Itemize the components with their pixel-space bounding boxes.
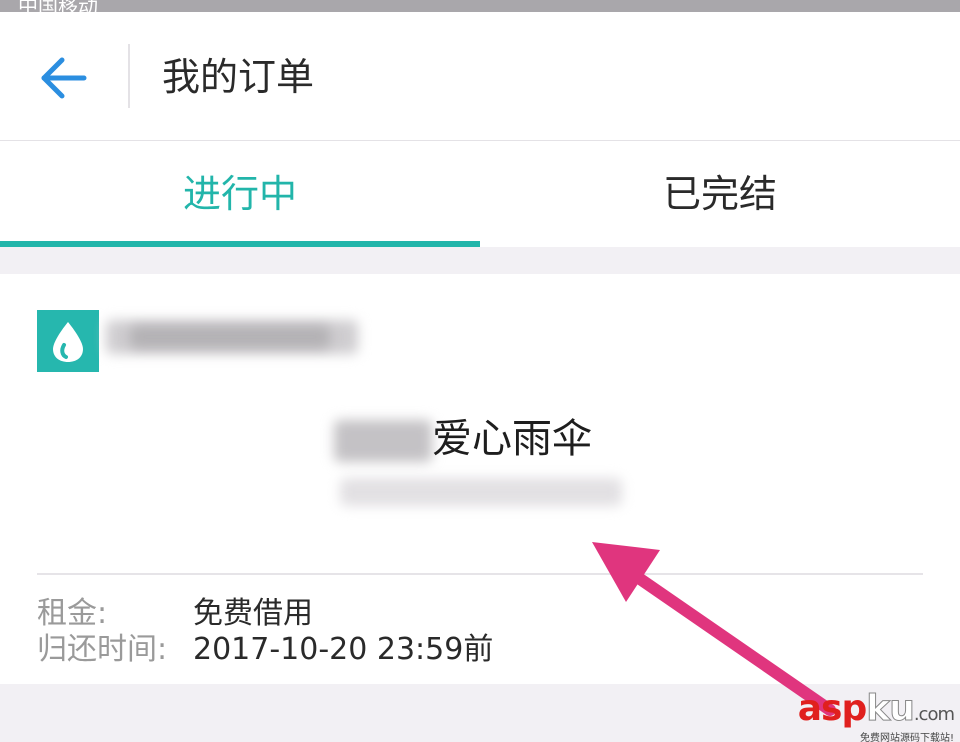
rent-label: 租金: xyxy=(37,596,108,631)
tab-in-progress[interactable]: 进行中 xyxy=(0,141,480,247)
status-bar: 中国移动 xyxy=(0,0,960,12)
merchant-name-redacted-shade xyxy=(130,326,330,348)
app-header: 我的订单 xyxy=(0,12,960,141)
watermark-brand: aspku.com xyxy=(776,688,955,734)
tab-active-indicator xyxy=(0,241,480,247)
watermark-ku: ku xyxy=(866,688,916,729)
watermark: aspku.com 免费网站源码下载站! xyxy=(776,688,955,742)
watermark-tagline: 免费网站源码下载站! xyxy=(859,733,954,742)
item-name-prefix-redacted xyxy=(334,420,432,462)
return-time-value: 2017-10-20 23:59前 xyxy=(193,632,494,667)
item-detail-redacted xyxy=(340,478,622,506)
tab-completed[interactable]: 已完结 xyxy=(480,141,960,247)
arrow-left-icon xyxy=(41,57,87,99)
item-name: 爱心雨伞 xyxy=(432,416,592,462)
back-button[interactable] xyxy=(36,50,92,106)
water-drop-icon xyxy=(53,322,83,362)
page-title: 我的订单 xyxy=(162,55,315,99)
screen: 中国移动 我的订单 进行中 已完结 爱心雨伞 租金: 免费借用 归还时间: 20… xyxy=(0,0,960,742)
order-tabs: 进行中 已完结 xyxy=(0,141,960,247)
carrier-name: 中国移动 xyxy=(18,0,98,12)
merchant-logo xyxy=(37,310,99,372)
rent-value: 免费借用 xyxy=(193,596,313,631)
header-divider xyxy=(128,44,130,108)
watermark-com: .com xyxy=(913,704,955,725)
watermark-asp: asp xyxy=(797,688,867,729)
return-time-label: 归还时间: xyxy=(37,632,168,667)
